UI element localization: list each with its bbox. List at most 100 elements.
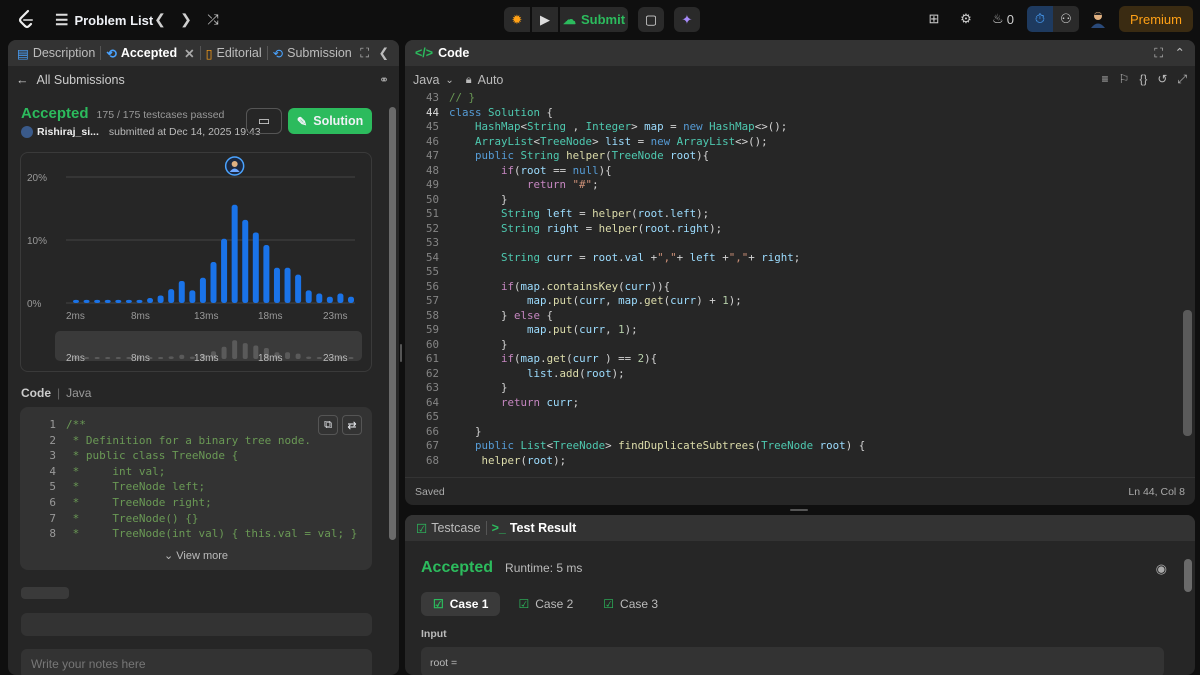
line-number: 8 bbox=[49, 527, 56, 541]
view-code-icon[interactable]: ▭ bbox=[246, 108, 282, 134]
debug-icon[interactable]: ✹ bbox=[504, 7, 530, 32]
maximize-icon[interactable]: ⛶ bbox=[1154, 46, 1163, 61]
submit-button[interactable]: ☁ Submit bbox=[560, 7, 628, 32]
format-icon[interactable]: ≡ bbox=[1102, 72, 1109, 87]
avatar[interactable] bbox=[1085, 6, 1111, 32]
ai-sparkle-icon[interactable]: ✦ bbox=[674, 7, 700, 32]
result-panel: ☑ Testcase >_ Test Result Accepted Runti… bbox=[405, 515, 1195, 675]
case-tab[interactable]: ☑ Case 1 bbox=[421, 592, 501, 616]
code-line[interactable]: 56 if(map.containsKey(curr)){ bbox=[405, 280, 1180, 295]
solution-button[interactable]: ✎ Solution bbox=[288, 108, 372, 134]
add-friend-icon[interactable]: ⚇ bbox=[1052, 6, 1079, 32]
view-more-button[interactable]: ⌄ View more bbox=[20, 549, 372, 562]
collapse-icon[interactable]: ❮ bbox=[379, 45, 389, 60]
chart-bar bbox=[273, 267, 280, 303]
code-line[interactable]: 64 return curr; bbox=[405, 396, 1180, 411]
run-icon[interactable]: ▶ bbox=[532, 7, 558, 32]
language-label: Java bbox=[66, 386, 92, 400]
code-line[interactable]: 62 list.add(root); bbox=[405, 367, 1180, 382]
chart-bar bbox=[189, 290, 196, 303]
maximize-icon[interactable]: ⛶ bbox=[360, 46, 369, 61]
line-number: 61 bbox=[425, 352, 439, 365]
navigator-bar bbox=[242, 343, 248, 359]
check-icon: ☑ bbox=[603, 597, 615, 611]
cloud-upload-icon: ☁ bbox=[562, 11, 576, 27]
braces-icon[interactable]: {} bbox=[1139, 72, 1147, 87]
code-editor[interactable]: 43// } 44 class Solution {45 HashMap<Strin… bbox=[405, 91, 1180, 469]
code-line[interactable]: 55 bbox=[405, 265, 1180, 280]
problem-list-button[interactable]: ☰ Problem List bbox=[55, 11, 153, 29]
line-code: * TreeNode(int val) { this.val = val; } bbox=[66, 527, 358, 541]
premium-button[interactable]: Premium bbox=[1118, 6, 1193, 32]
result-scrollbar[interactable] bbox=[1184, 559, 1192, 592]
leetcode-logo[interactable] bbox=[16, 9, 36, 29]
tab-test-result[interactable]: >_ Test Result bbox=[487, 515, 582, 541]
code-line[interactable]: 47 public String helper(TreeNode root){ bbox=[405, 149, 1180, 164]
shuffle-icon[interactable]: ⤮ bbox=[203, 9, 223, 29]
code-line[interactable]: 48 if(root == null){ bbox=[405, 164, 1180, 179]
code-line[interactable]: 46 ArrayList<TreeNode> list = new ArrayL… bbox=[405, 135, 1180, 150]
note-icon[interactable]: ▢ bbox=[638, 7, 664, 32]
horizontal-splitter[interactable] bbox=[790, 509, 808, 511]
chart-bar bbox=[73, 299, 79, 303]
code-line[interactable]: 51 String left = helper(root.left); bbox=[405, 207, 1180, 222]
chart-bar bbox=[284, 267, 291, 303]
code-line[interactable]: 58 } else { bbox=[405, 309, 1180, 324]
tab-testcase[interactable]: ☑ Testcase bbox=[411, 515, 486, 541]
code-line[interactable]: 61 if(map.get(curr ) == 2){ bbox=[405, 352, 1180, 367]
case-tab[interactable]: ☑ Case 3 bbox=[591, 592, 670, 616]
lock-icon: 🔒︎ bbox=[465, 73, 472, 86]
eye-icon[interactable]: ◉ bbox=[1156, 561, 1167, 577]
timer-icon[interactable]: ⏱ bbox=[1026, 6, 1053, 32]
code-line[interactable]: 52 String right = helper(root.right); bbox=[405, 222, 1180, 237]
code-line[interactable]: 68 helper(root); bbox=[405, 454, 1180, 469]
line-number: 1 bbox=[49, 418, 56, 431]
case-tab[interactable]: ☑ Case 2 bbox=[506, 592, 585, 616]
left-scrollbar[interactable] bbox=[389, 107, 396, 540]
expand-icon[interactable]: ⌃ bbox=[1175, 45, 1185, 60]
close-icon[interactable]: ✕ bbox=[184, 46, 194, 61]
code-line[interactable]: 57 map.put(curr, map.get(curr) + 1); bbox=[405, 294, 1180, 309]
code-line[interactable]: 45 HashMap<String , Integer> map = new H… bbox=[405, 120, 1180, 135]
auto-mode[interactable]: Auto bbox=[478, 73, 504, 87]
prev-problem-icon[interactable]: ❮ bbox=[150, 9, 170, 29]
code-line[interactable]: 54 String curr = root.val +","+ left +",… bbox=[405, 251, 1180, 266]
tab-description[interactable]: ▤ Description bbox=[12, 40, 100, 66]
code-line[interactable]: 44 class Solution { bbox=[405, 106, 1180, 121]
code-line[interactable]: 67 public List<TreeNode> findDuplicateSu… bbox=[405, 439, 1180, 454]
share-link-icon[interactable]: ⚭ bbox=[379, 73, 389, 87]
code-line[interactable]: 50 } bbox=[405, 193, 1180, 208]
swap-icon[interactable]: ⇄ bbox=[342, 415, 362, 435]
line-number: 63 bbox=[425, 381, 439, 394]
navigator-bar bbox=[285, 352, 291, 359]
next-problem-icon[interactable]: ❯ bbox=[176, 9, 196, 29]
tab-submission[interactable]: ⟲ Submission bbox=[268, 40, 357, 66]
layout-grid-icon[interactable]: ⊞ bbox=[921, 6, 947, 32]
streak-counter[interactable]: ♨ 0 bbox=[985, 6, 1021, 32]
chevron-down-icon[interactable]: ⌄ bbox=[445, 75, 453, 86]
vertical-splitter[interactable] bbox=[400, 344, 402, 362]
editor-scrollbar[interactable] bbox=[1183, 310, 1192, 436]
code-panel: </> Code ⛶ ⌃ Java ⌄ 🔒︎ Auto ≡ ⚐ {} ↺ ⤢ 4… bbox=[405, 40, 1195, 505]
code-line[interactable]: 66 } bbox=[405, 425, 1180, 440]
all-submissions-link[interactable]: ← All Submissions bbox=[16, 73, 125, 87]
line-number: 48 bbox=[425, 163, 439, 177]
notes-input[interactable]: Write your notes here bbox=[21, 649, 372, 675]
code-line[interactable]: 63 } bbox=[405, 381, 1180, 396]
code-line[interactable]: 60 } bbox=[405, 338, 1180, 353]
username[interactable]: Rishiraj_si... bbox=[37, 126, 99, 138]
settings-gear-icon[interactable]: ⚙ bbox=[953, 6, 979, 32]
language-select[interactable]: Java bbox=[413, 73, 439, 87]
tab-accepted[interactable]: ⟲ Accepted ✕ bbox=[101, 40, 199, 66]
code-line[interactable]: 53 bbox=[405, 236, 1180, 251]
code-line[interactable]: 43 // } bbox=[405, 91, 1180, 106]
copy-icon[interactable]: ⧉ bbox=[318, 415, 338, 435]
bookmark-icon[interactable]: ⚐ bbox=[1119, 72, 1130, 87]
code-line[interactable]: 49 return "#"; bbox=[405, 178, 1180, 193]
tab-editorial[interactable]: ▯ Editorial bbox=[201, 40, 267, 66]
code-line[interactable]: 59 map.put(curr, 1); bbox=[405, 323, 1180, 338]
fullscreen-icon[interactable]: ⤢ bbox=[1177, 72, 1187, 87]
code-line[interactable]: 65 bbox=[405, 410, 1180, 425]
user-avatar[interactable] bbox=[21, 126, 33, 138]
reset-icon[interactable]: ↺ bbox=[1157, 72, 1167, 87]
